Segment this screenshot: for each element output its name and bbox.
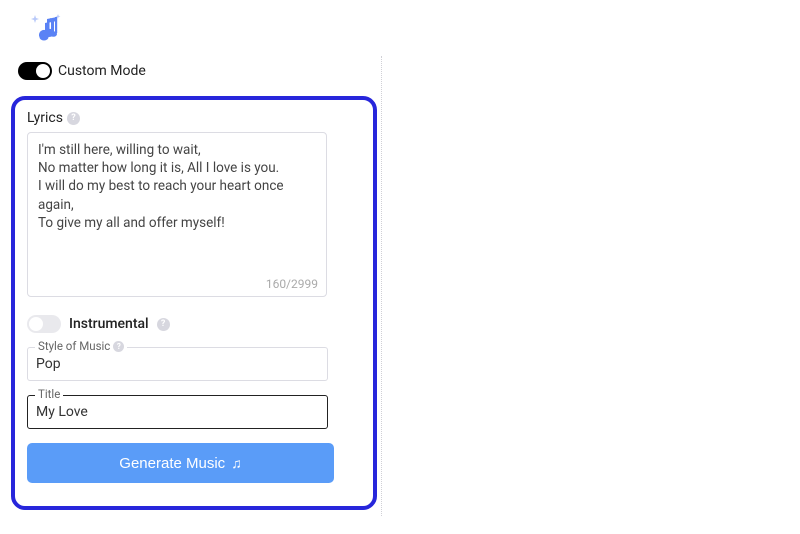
help-icon[interactable]: ?: [113, 341, 124, 352]
instrumental-toggle[interactable]: [27, 315, 61, 333]
title-label: Title: [38, 387, 60, 401]
style-label: Style of Music: [38, 339, 110, 353]
app-logo-music-icon: [28, 12, 64, 52]
form-panel: Lyrics ? I'm still here, willing to wait…: [11, 96, 377, 510]
toggle-knob: [36, 64, 50, 78]
help-icon[interactable]: ?: [157, 318, 170, 331]
instrumental-label: Instrumental: [69, 316, 149, 332]
lyrics-textarea[interactable]: I'm still here, willing to wait, No matt…: [38, 141, 316, 271]
lyrics-label: Lyrics: [27, 110, 63, 126]
custom-mode-label: Custom Mode: [58, 63, 146, 79]
title-label-row: Title: [35, 387, 63, 401]
help-icon[interactable]: ?: [67, 112, 80, 125]
custom-mode-toggle[interactable]: [18, 62, 52, 80]
title-input[interactable]: [27, 395, 328, 429]
lyrics-char-count: 160/2999: [266, 277, 318, 291]
music-note-icon: ♫: [231, 455, 242, 471]
vertical-divider: [381, 56, 382, 516]
generate-label: Generate Music: [119, 455, 225, 472]
generate-music-button[interactable]: Generate Music ♫: [27, 443, 334, 483]
style-field: Style of Music ?: [27, 347, 328, 381]
style-label-row: Style of Music ?: [35, 339, 127, 353]
lyrics-label-row: Lyrics ?: [27, 110, 361, 126]
title-field: Title: [27, 395, 328, 429]
lyrics-input-box[interactable]: I'm still here, willing to wait, No matt…: [27, 132, 327, 297]
toggle-knob: [29, 317, 43, 331]
